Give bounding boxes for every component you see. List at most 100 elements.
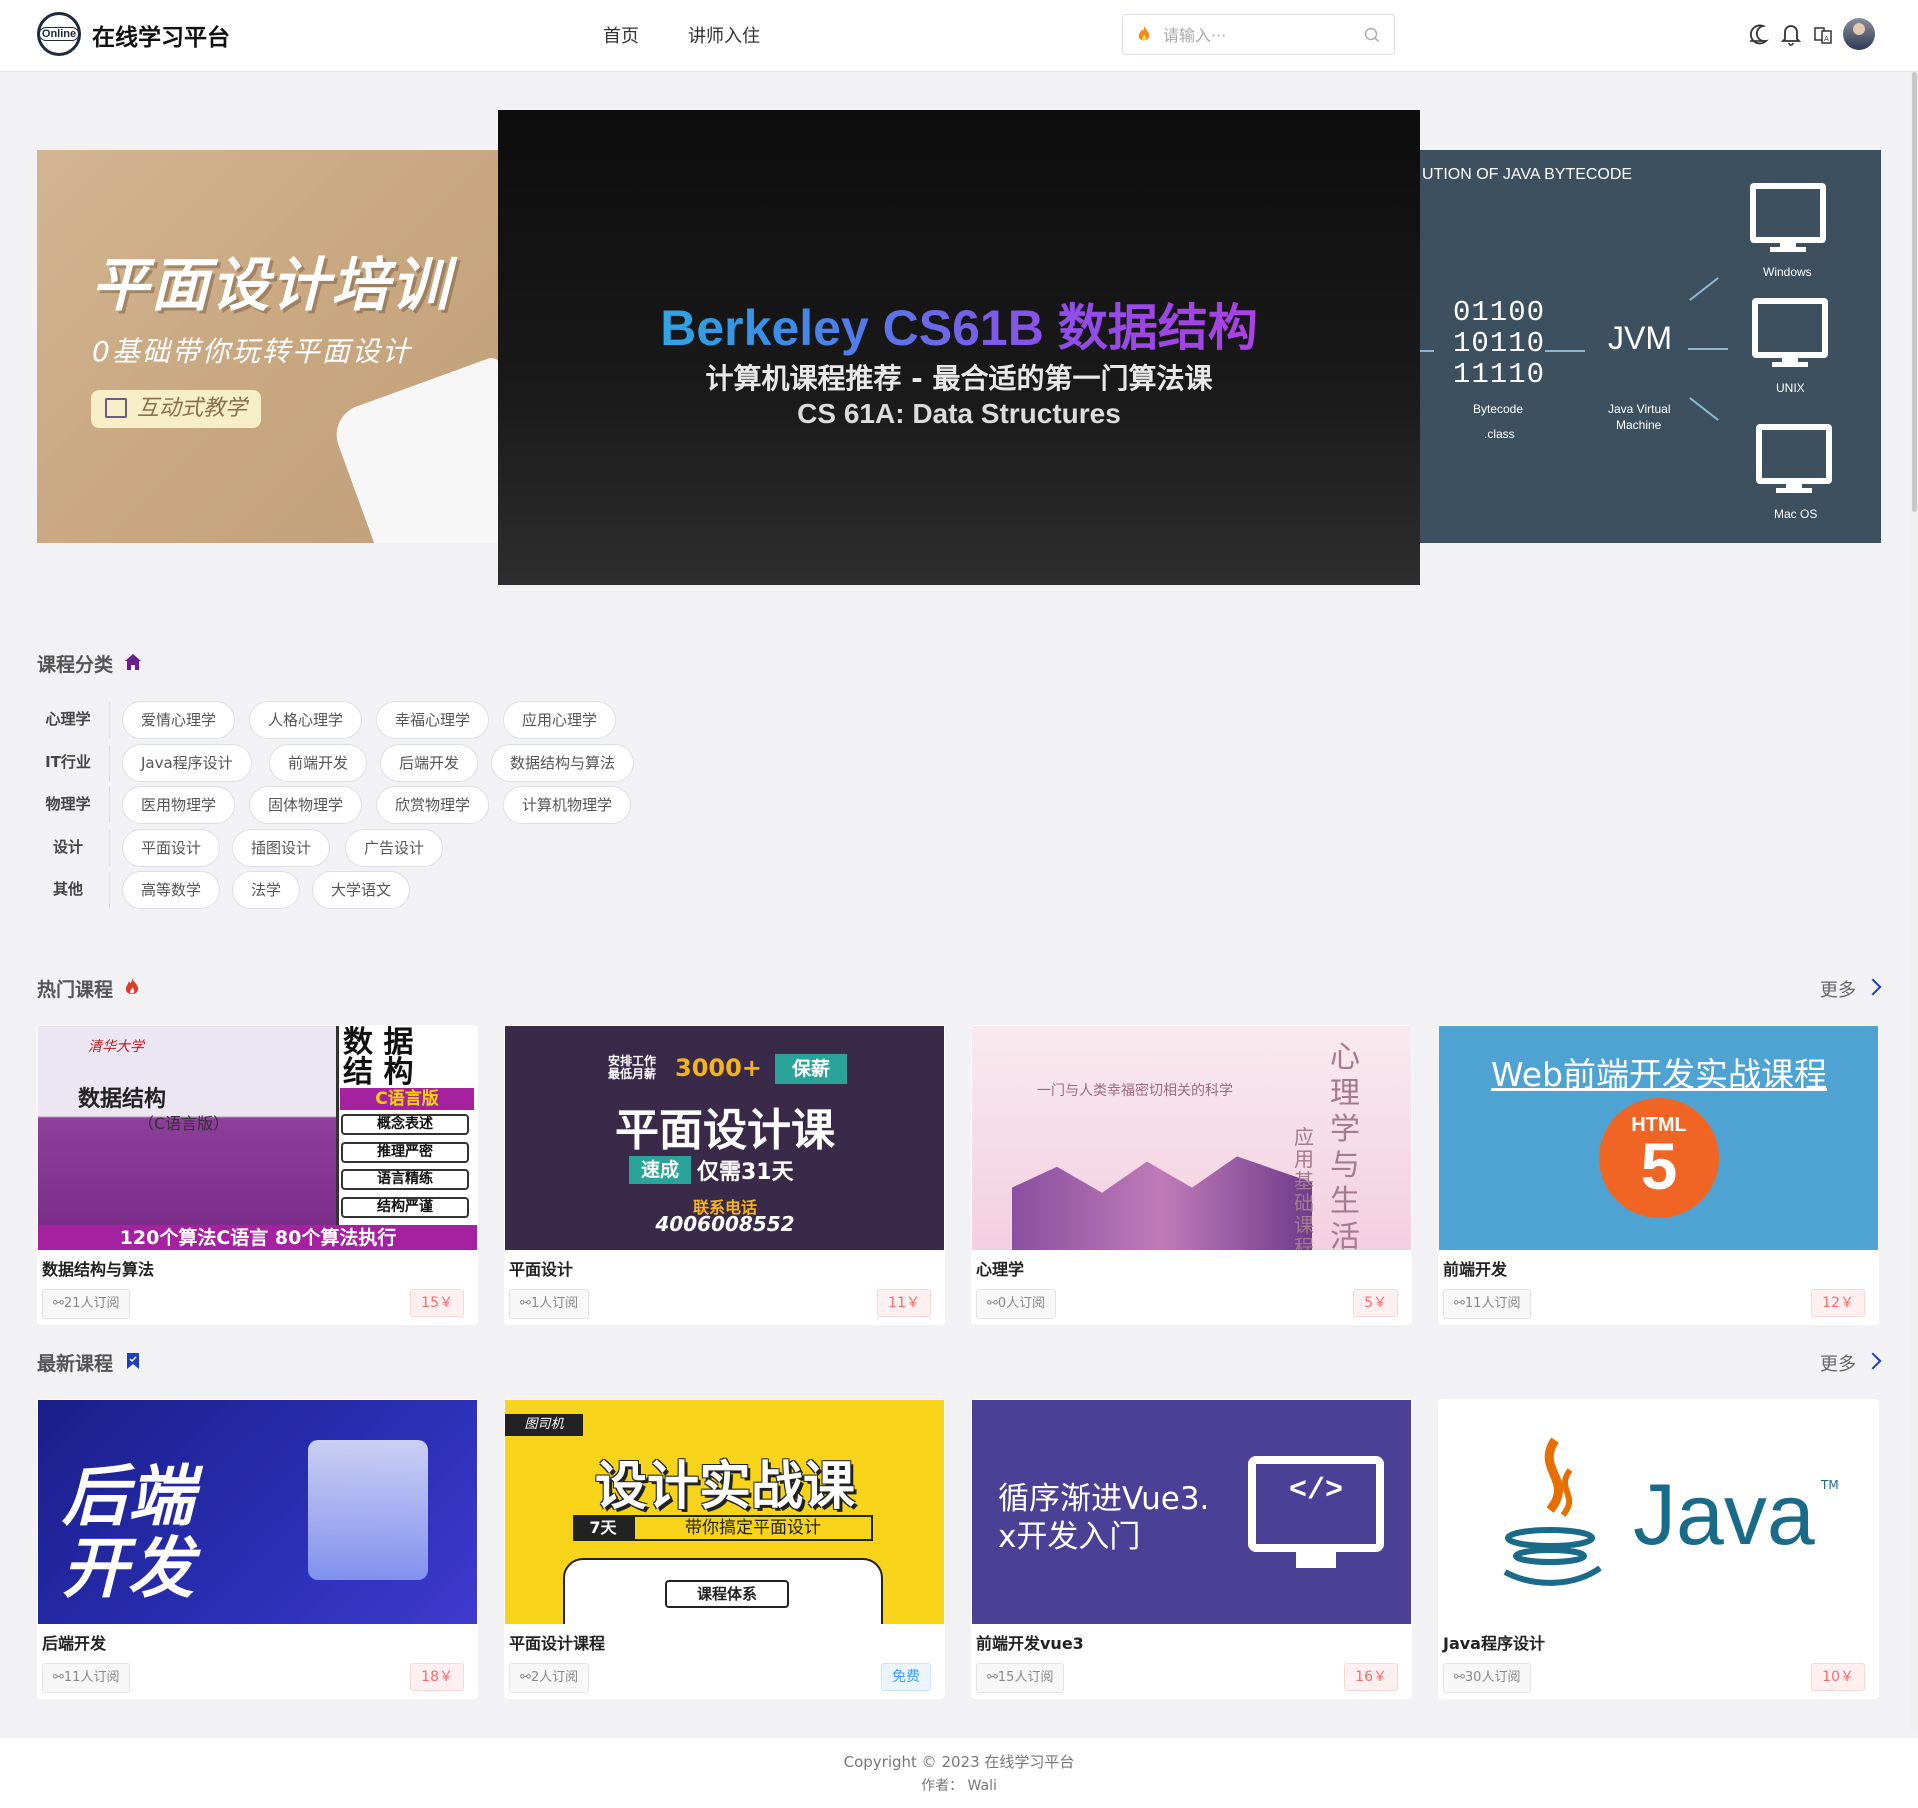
slide-subtitle: 0基础带你玩转平面设计 bbox=[92, 335, 412, 368]
bytecode-label: Bytecode bbox=[1473, 402, 1524, 416]
category-tag[interactable]: 广告设计 bbox=[345, 829, 444, 867]
chevron-right-icon[interactable] bbox=[1864, 1352, 1882, 1370]
course-name[interactable]: 平面设计课程 bbox=[509, 1630, 605, 1654]
language-icon[interactable]: A bbox=[1812, 20, 1834, 50]
course-card[interactable]: 循序渐进Vue3. x开发入门 </> 前端开发vue3 ⚯15人订阅 16￥ bbox=[971, 1399, 1412, 1699]
monitor-icon bbox=[1756, 424, 1832, 494]
course-name[interactable]: 平面设计 bbox=[509, 1256, 573, 1280]
search-input[interactable] bbox=[1163, 23, 1353, 47]
user-icon: ⚯ bbox=[520, 1296, 531, 1311]
bookmark-icon bbox=[127, 1353, 139, 1369]
cover-text: 最低月薪 bbox=[608, 1067, 657, 1081]
fire-icon bbox=[1138, 26, 1150, 41]
category-tag[interactable]: 应用心理学 bbox=[503, 701, 617, 739]
footer: Copyright © 2023 在线学习平台 作者： Wali bbox=[0, 1738, 1918, 1808]
fire-icon bbox=[125, 978, 139, 995]
latest-more-link[interactable]: 更多 bbox=[1820, 1350, 1856, 1376]
course-card[interactable]: 安排工作 最低月薪 3000+ 保薪 平面设计课 速成 仅需31天 联系电话 4… bbox=[504, 1025, 945, 1325]
cover-text: Web前端开发实战课程 bbox=[1491, 1055, 1827, 1094]
search-icon[interactable] bbox=[1364, 27, 1380, 43]
category-tag[interactable]: 数据结构与算法 bbox=[491, 744, 635, 782]
badge-label: 互动式教学 bbox=[137, 396, 248, 421]
divider bbox=[109, 872, 110, 908]
cover-text: 推理严密 bbox=[341, 1142, 469, 1163]
category-name: 设计 bbox=[52, 838, 83, 856]
cover-text: 应用基础课程 bbox=[1294, 1125, 1314, 1250]
category-tag[interactable]: 插图设计 bbox=[232, 829, 331, 867]
course-price: 16￥ bbox=[1344, 1663, 1398, 1691]
cover-text: </> bbox=[1288, 1474, 1343, 1508]
category-tag[interactable]: 医用物理学 bbox=[122, 786, 236, 824]
cover-text: 4006008552 bbox=[655, 1212, 795, 1236]
course-name[interactable]: 前端开发 bbox=[1443, 1256, 1507, 1280]
class-label: .class bbox=[1484, 427, 1515, 441]
monitor-icon bbox=[1752, 298, 1828, 368]
user-avatar[interactable] bbox=[1843, 18, 1875, 50]
search-box[interactable] bbox=[1122, 14, 1395, 55]
subscriber-count: ⚯21人订阅 bbox=[42, 1289, 131, 1319]
course-card[interactable]: 数据结构 （C语言版） 清华大学 数 据 结 构 C语言版 概念表述 推理严密 … bbox=[37, 1025, 478, 1325]
slide-title: Berkeley CS61B 数据结构 bbox=[498, 288, 1420, 360]
cover-text: 后端 bbox=[62, 1458, 194, 1535]
carousel-slide-prev[interactable]: 平面设计培训 0基础带你玩转平面设计 互动式教学 bbox=[37, 150, 499, 543]
course-name[interactable]: 数据结构与算法 bbox=[42, 1256, 154, 1280]
category-tag[interactable]: 幸福心理学 bbox=[376, 701, 490, 739]
category-tag[interactable]: 计算机物理学 bbox=[503, 786, 632, 824]
site-logo[interactable]: Online bbox=[37, 12, 81, 56]
course-card[interactable]: 图司机 设计实战课 7天 带你搞定平面设计 课程体系 平面设计课程 ⚯2人订阅 … bbox=[504, 1399, 945, 1699]
category-tag[interactable]: 大学语文 bbox=[312, 871, 411, 909]
site-title[interactable]: 在线学习平台 bbox=[92, 18, 230, 52]
page-scrollbar[interactable] bbox=[1911, 72, 1918, 1732]
user-icon: ⚯ bbox=[987, 1670, 998, 1685]
course-name[interactable]: 心理学 bbox=[976, 1256, 1024, 1280]
course-name[interactable]: 后端开发 bbox=[42, 1630, 106, 1654]
course-card[interactable]: 一门与人类幸福密切相关的科学 心理学与生活 应用基础课程 心理学 ⚯0人订阅 5… bbox=[971, 1025, 1412, 1325]
cover-text: 图司机 bbox=[505, 1414, 583, 1436]
subscriber-label: 11人订阅 bbox=[1464, 1296, 1521, 1311]
subscriber-label: 11人订阅 bbox=[63, 1670, 120, 1685]
course-name[interactable]: Java程序设计 bbox=[1443, 1630, 1545, 1654]
user-icon: ⚯ bbox=[987, 1296, 998, 1311]
category-tag[interactable]: 高等数学 bbox=[122, 871, 221, 909]
cover-text: 课程体系 bbox=[665, 1580, 789, 1608]
cover-text: 速成 bbox=[629, 1156, 691, 1184]
category-tag[interactable]: 平面设计 bbox=[122, 829, 221, 867]
category-tag[interactable]: 爱情心理学 bbox=[122, 701, 236, 739]
category-tag[interactable]: 固体物理学 bbox=[249, 786, 363, 824]
hot-more-link[interactable]: 更多 bbox=[1820, 976, 1856, 1002]
category-name: 其他 bbox=[52, 880, 83, 898]
bytecode-bits: 01100 10110 11110 bbox=[1453, 297, 1545, 390]
category-tag[interactable]: 欣赏物理学 bbox=[376, 786, 490, 824]
course-price: 5￥ bbox=[1353, 1289, 1398, 1317]
cover-text: 3000+ bbox=[675, 1054, 762, 1082]
course-price: 10￥ bbox=[1811, 1663, 1865, 1691]
cover-text: 数 据 结 构 bbox=[343, 1026, 414, 1090]
logo-text: Online bbox=[40, 27, 78, 41]
course-card[interactable]: Java TM Java程序设计 ⚯30人订阅 10￥ bbox=[1438, 1399, 1879, 1699]
user-icon: ⚯ bbox=[520, 1670, 531, 1685]
user-icon: ⚯ bbox=[53, 1670, 64, 1685]
category-tag[interactable]: Java程序设计 bbox=[122, 744, 252, 782]
course-card[interactable]: 后端 开发 后端开发 ⚯11人订阅 18￥ bbox=[37, 1399, 478, 1699]
course-card[interactable]: Web前端开发实战课程 HTML 5 前端开发 ⚯11人订阅 12￥ bbox=[1438, 1025, 1879, 1325]
chevron-right-icon[interactable] bbox=[1864, 978, 1882, 996]
course-name[interactable]: 前端开发vue3 bbox=[976, 1630, 1084, 1654]
bell-icon[interactable] bbox=[1780, 20, 1802, 50]
svg-text:A: A bbox=[1824, 35, 1829, 43]
carousel-slide-next[interactable]: UTION OF JAVA BYTECODE 01100 10110 11110… bbox=[1420, 150, 1881, 543]
category-tag[interactable]: 法学 bbox=[232, 871, 301, 909]
monitor-icon bbox=[1750, 183, 1826, 253]
category-tag[interactable]: 人格心理学 bbox=[249, 701, 363, 739]
course-price: 免费 bbox=[881, 1663, 931, 1691]
subscriber-count: ⚯11人订阅 bbox=[42, 1663, 131, 1693]
nav-home-link[interactable]: 首页 bbox=[603, 22, 639, 48]
nav-teacher-link[interactable]: 讲师入住 bbox=[688, 22, 760, 48]
arrow bbox=[1688, 348, 1728, 350]
slide-title: UTION OF JAVA BYTECODE bbox=[1422, 166, 1633, 183]
category-tag[interactable]: 前端开发 bbox=[269, 744, 368, 782]
category-tag[interactable]: 后端开发 bbox=[380, 744, 479, 782]
copyright-text: Copyright © 2023 在线学习平台 bbox=[843, 1753, 1075, 1771]
carousel-slide-active[interactable]: Berkeley CS61B 数据结构 计算机课程推荐 - 最合适的第一门算法课… bbox=[498, 110, 1420, 585]
theme-moon-icon[interactable] bbox=[1748, 20, 1770, 50]
arrow bbox=[1420, 350, 1434, 352]
